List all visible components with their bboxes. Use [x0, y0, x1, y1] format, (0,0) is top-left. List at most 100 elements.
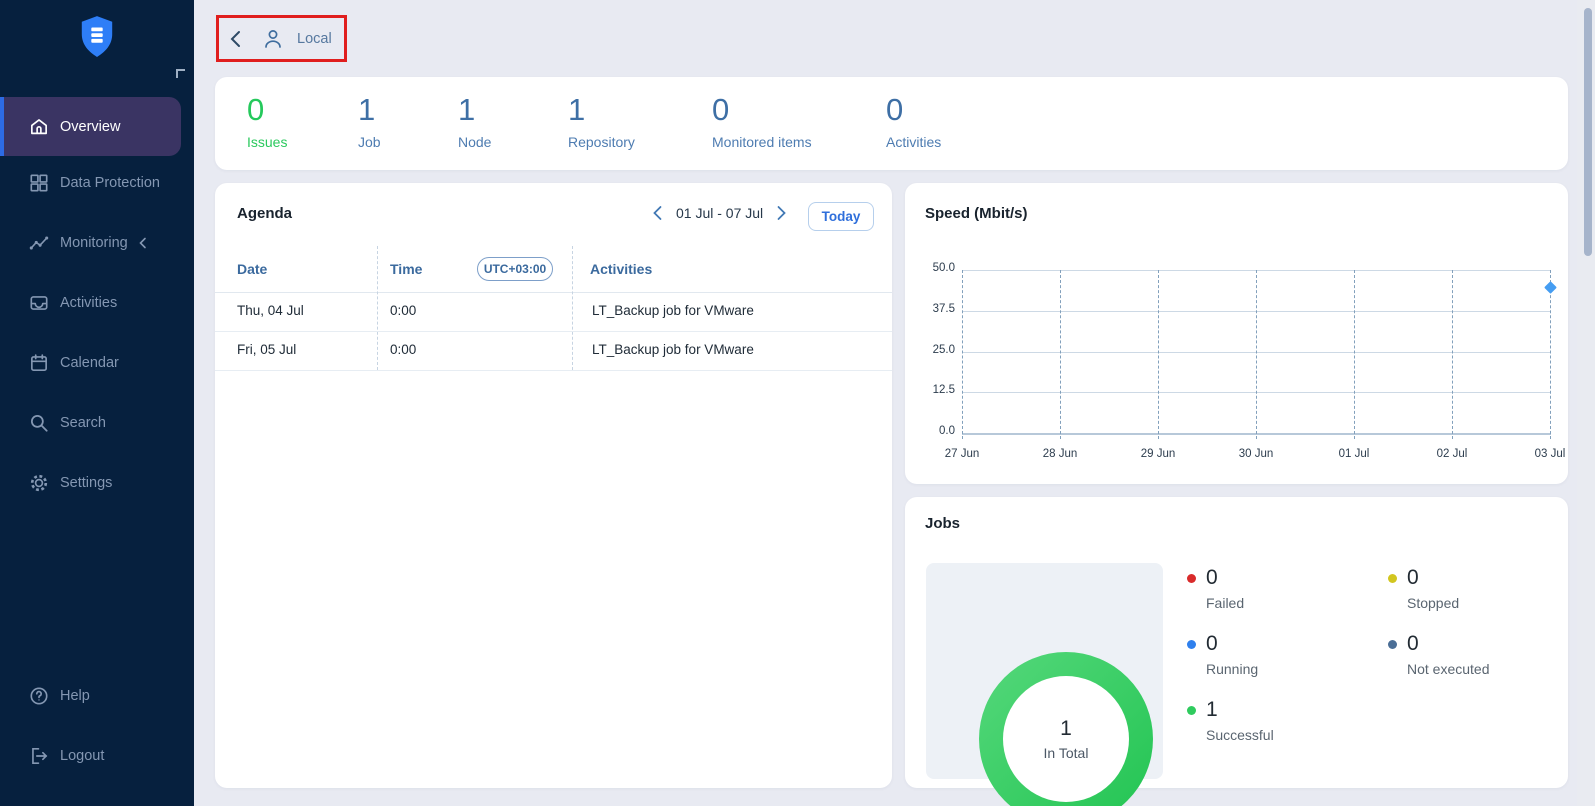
sidebar-item-label: Settings — [60, 475, 112, 491]
stat-value: 1 — [458, 93, 491, 127]
cell-date: Fri, 05 Jul — [237, 342, 296, 357]
stat-label: Repository — [568, 134, 635, 150]
timezone-badge[interactable]: UTC+03:00 — [477, 257, 553, 281]
stat-value: 0 — [712, 93, 812, 127]
table-row[interactable]: Thu, 04 Jul 0:00 LT_Backup job for VMwar… — [215, 292, 892, 332]
column-header-activities[interactable]: Activities — [590, 261, 652, 277]
app-window: Overview Data Protection — [0, 0, 1595, 806]
app-logo — [78, 14, 116, 60]
sidebar-item-calendar[interactable]: Calendar — [0, 343, 194, 383]
sidebar-item-label: Search — [60, 415, 106, 431]
gear-icon — [28, 472, 50, 494]
stat-value: 1 — [568, 93, 635, 127]
y-tick-label: 50.0 — [907, 262, 955, 274]
sidebar-item-overview[interactable]: Overview — [0, 97, 194, 156]
legend-label: Stopped — [1407, 595, 1459, 611]
x-tick-label: 01 Jul — [1324, 448, 1384, 460]
prev-week-chevron-icon[interactable] — [651, 205, 665, 221]
gridline-dashed — [1060, 270, 1061, 439]
highlight-annotation — [216, 15, 347, 62]
grid-icon — [28, 172, 50, 194]
jobs-title: Jobs — [925, 515, 960, 532]
sidebar-item-label: Help — [60, 688, 90, 704]
active-item-accent-bar — [0, 97, 4, 156]
cell-time: 0:00 — [390, 342, 416, 357]
legend-value: 0 — [1206, 566, 1218, 590]
stat-monitored-items[interactable]: 0 Monitored items — [712, 93, 812, 150]
speed-data-point[interactable] — [1544, 282, 1557, 295]
legend-value: 1 — [1206, 698, 1218, 722]
monitoring-icon — [28, 232, 50, 254]
x-tick-label: 29 Jun — [1128, 448, 1188, 460]
cell-activity: LT_Backup job for VMware — [592, 303, 754, 318]
column-header-time[interactable]: Time — [390, 261, 422, 277]
jobs-card: Jobs 1 In Total 0 Failed 0 Stopped 0 Run… — [905, 497, 1568, 788]
agenda-date-nav: 01 Jul - 07 Jul — [651, 205, 788, 221]
stat-value: 0 — [247, 93, 287, 127]
sidebar-item-monitoring[interactable]: Monitoring — [0, 223, 194, 263]
not-executed-status-dot — [1388, 640, 1397, 649]
successful-status-dot — [1187, 706, 1196, 715]
running-status-dot — [1187, 640, 1196, 649]
x-tick-label: 27 Jun — [932, 448, 992, 460]
shield-logo-icon — [78, 47, 116, 64]
stopped-status-dot — [1388, 574, 1397, 583]
sidebar-item-label: Monitoring — [60, 235, 128, 251]
sidebar-item-search[interactable]: Search — [0, 403, 194, 443]
legend-value: 0 — [1206, 632, 1218, 656]
x-tick-label: 03 Jul — [1520, 448, 1580, 460]
stat-repository[interactable]: 1 Repository — [568, 93, 635, 150]
stat-activities[interactable]: 0 Activities — [886, 93, 941, 150]
legend-label: Not executed — [1407, 661, 1490, 677]
legend-value: 0 — [1407, 632, 1419, 656]
sidebar-item-logout[interactable]: Logout — [0, 736, 194, 776]
gridline-dashed — [1354, 270, 1355, 439]
sidebar-item-activities[interactable]: Activities — [0, 283, 194, 323]
scrollbar-thumb[interactable] — [1584, 8, 1592, 256]
y-tick-label: 25.0 — [907, 344, 955, 356]
legend-label: Failed — [1206, 595, 1244, 611]
today-button[interactable]: Today — [808, 202, 874, 231]
sidebar-collapse-handle-icon[interactable] — [176, 69, 185, 78]
column-header-date[interactable]: Date — [237, 261, 267, 277]
sidebar-item-label: Calendar — [60, 355, 119, 371]
scrollbar-track[interactable] — [1577, 0, 1595, 806]
sidebar-item-label: Activities — [60, 295, 117, 311]
stat-job[interactable]: 1 Job — [358, 93, 381, 150]
x-tick-label: 28 Jun — [1030, 448, 1090, 460]
stat-issues[interactable]: 0 Issues — [247, 93, 287, 150]
gridline-dashed — [1256, 270, 1257, 439]
legend-label: Successful — [1206, 727, 1274, 743]
inbox-icon — [28, 292, 50, 314]
agenda-table-header: Date Time UTC+03:00 Activities — [215, 246, 892, 293]
stat-label: Activities — [886, 134, 941, 150]
speed-chart-card: Speed (Mbit/s) 50.0 37.5 25.0 12.5 0.0 2… — [905, 183, 1568, 484]
cell-activity: LT_Backup job for VMware — [592, 342, 754, 357]
calendar-icon — [28, 352, 50, 374]
sidebar-item-label: Overview — [60, 119, 120, 135]
sidebar-item-label: Logout — [60, 748, 104, 764]
cell-date: Thu, 04 Jul — [237, 303, 304, 318]
gridline-dashed — [1158, 270, 1159, 439]
y-tick-label: 37.5 — [907, 303, 955, 315]
chevron-left-icon[interactable] — [136, 236, 150, 250]
stat-node[interactable]: 1 Node — [458, 93, 491, 150]
sidebar-item-help[interactable]: Help — [0, 676, 194, 716]
sidebar-item-settings[interactable]: Settings — [0, 463, 194, 503]
table-row[interactable]: Fri, 05 Jul 0:00 LT_Backup job for VMwar… — [215, 331, 892, 371]
jobs-total-value: 1 — [1060, 717, 1072, 741]
stat-label: Job — [358, 134, 381, 150]
date-range-label: 01 Jul - 07 Jul — [676, 205, 763, 221]
sidebar-item-data-protection[interactable]: Data Protection — [0, 163, 194, 203]
y-tick-label: 0.0 — [907, 425, 955, 437]
legend-value: 0 — [1407, 566, 1419, 590]
stat-value: 0 — [886, 93, 941, 127]
x-tick-label: 02 Jul — [1422, 448, 1482, 460]
speed-chart-title: Speed (Mbit/s) — [925, 205, 1028, 222]
sidebar-item-label: Data Protection — [60, 175, 160, 191]
jobs-donut-panel: 1 In Total — [926, 563, 1163, 779]
next-week-chevron-icon[interactable] — [774, 205, 788, 221]
agenda-card: Agenda 01 Jul - 07 Jul Today Date Time U… — [215, 183, 892, 788]
stat-label: Node — [458, 134, 491, 150]
logout-icon — [28, 745, 50, 767]
